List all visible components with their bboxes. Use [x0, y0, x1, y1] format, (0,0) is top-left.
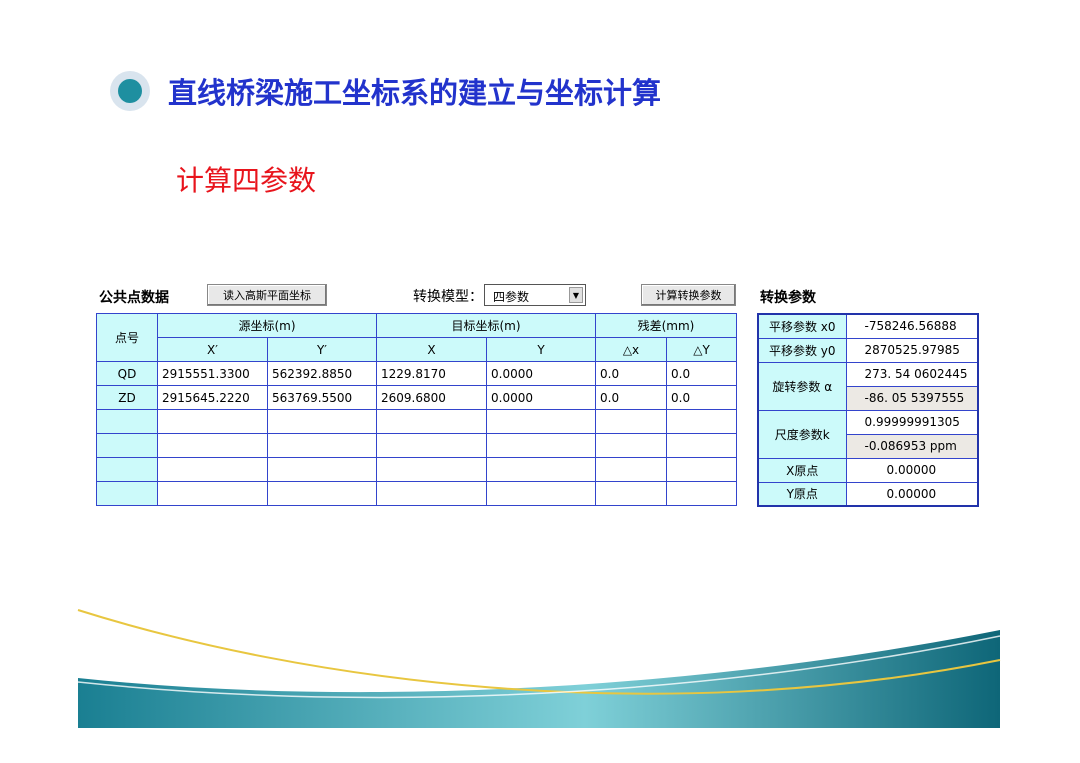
table-row[interactable]: ZD 2915645.2220 563769.5500 2609.6800 0.…	[96, 385, 737, 410]
table-row-empty[interactable]	[96, 433, 737, 458]
header-point: 点号	[96, 313, 158, 362]
cell-empty[interactable]	[376, 481, 487, 506]
param-yorigin-value[interactable]: 0.00000	[845, 481, 979, 507]
header-residual: 残差(mm)	[595, 313, 737, 338]
common-points-table: 点号 源坐标(m) 目标坐标(m) 残差(mm) X′ Y′ X Y △x △Y…	[96, 313, 737, 506]
cell-empty[interactable]	[486, 433, 596, 458]
cell-empty[interactable]	[486, 481, 596, 506]
cell-empty[interactable]	[486, 409, 596, 434]
cell-dx[interactable]: 0.0	[595, 385, 667, 410]
header-tgt-x: X	[376, 337, 487, 362]
cell-tgt-x[interactable]: 1229.8170	[376, 361, 487, 386]
transform-params-table: 平移参数 x0 -758246.56888 平移参数 y0 2870525.97…	[757, 313, 979, 507]
table-row-empty[interactable]	[96, 481, 737, 506]
cell-tgt-y[interactable]: 0.0000	[486, 385, 596, 410]
param-y0-label: 平移参数 y0	[757, 337, 847, 363]
table-row[interactable]: QD 2915551.3300 562392.8850 1229.8170 0.…	[96, 361, 737, 386]
header-dx: △x	[595, 337, 667, 362]
model-select[interactable]: 四参数 ▼	[484, 284, 586, 306]
param-alpha-value[interactable]: 273. 54 0602445	[845, 361, 979, 387]
param-xorigin-value[interactable]: 0.00000	[845, 457, 979, 483]
cell-empty[interactable]	[157, 481, 268, 506]
cell-empty[interactable]	[96, 433, 158, 458]
decorative-wave	[77, 609, 1001, 728]
cell-empty[interactable]	[376, 457, 487, 482]
page-title: 直线桥梁施工坐标系的建立与坐标计算	[168, 76, 662, 110]
table-row-empty[interactable]	[96, 457, 737, 482]
param-k-ppm[interactable]: -0.086953 ppm	[845, 433, 979, 459]
cell-empty[interactable]	[157, 409, 268, 434]
param-xorigin-label: X原点	[757, 457, 847, 483]
header-src-x: X′	[157, 337, 268, 362]
cell-dy[interactable]: 0.0	[666, 385, 737, 410]
cell-empty[interactable]	[267, 457, 377, 482]
cell-empty[interactable]	[595, 481, 667, 506]
cell-point[interactable]: QD	[96, 361, 158, 386]
cell-empty[interactable]	[595, 409, 667, 434]
cell-empty[interactable]	[267, 481, 377, 506]
cell-tgt-x[interactable]: 2609.6800	[376, 385, 487, 410]
param-alpha-label: 旋转参数 α	[757, 361, 847, 411]
model-label: 转换模型：	[413, 289, 483, 305]
cell-empty[interactable]	[157, 433, 268, 458]
read-gauss-coords-button[interactable]: 读入高斯平面坐标	[207, 284, 327, 306]
param-x0-label: 平移参数 x0	[757, 313, 847, 339]
cell-empty[interactable]	[157, 457, 268, 482]
model-select-value: 四参数	[493, 290, 530, 304]
section-subtitle: 计算四参数	[176, 164, 317, 197]
cell-empty[interactable]	[486, 457, 596, 482]
cell-empty[interactable]	[376, 409, 487, 434]
cell-empty[interactable]	[595, 457, 667, 482]
chevron-down-icon[interactable]: ▼	[569, 287, 583, 303]
param-alpha-value-dms[interactable]: -86. 05 5397555	[845, 385, 979, 411]
cell-empty[interactable]	[666, 457, 737, 482]
header-source: 源坐标(m)	[157, 313, 377, 338]
header-dy: △Y	[666, 337, 737, 362]
cell-empty[interactable]	[666, 481, 737, 506]
cell-empty[interactable]	[96, 409, 158, 434]
header-target: 目标坐标(m)	[376, 313, 596, 338]
cell-point[interactable]: ZD	[96, 385, 158, 410]
cell-tgt-y[interactable]: 0.0000	[486, 361, 596, 386]
cell-src-y[interactable]: 562392.8850	[267, 361, 377, 386]
cell-empty[interactable]	[666, 409, 737, 434]
compute-params-button[interactable]: 计算转换参数	[641, 284, 736, 306]
param-yorigin-label: Y原点	[757, 481, 847, 507]
cell-src-y[interactable]: 563769.5500	[267, 385, 377, 410]
title-bullet-icon	[110, 71, 150, 111]
cell-empty[interactable]	[666, 433, 737, 458]
cell-empty[interactable]	[267, 433, 377, 458]
header-tgt-y: Y	[486, 337, 596, 362]
table-row-empty[interactable]	[96, 409, 737, 434]
cell-empty[interactable]	[96, 481, 158, 506]
params-title: 转换参数	[760, 290, 816, 306]
param-k-label: 尺度参数k	[757, 409, 847, 459]
cell-dx[interactable]: 0.0	[595, 361, 667, 386]
cell-empty[interactable]	[376, 433, 487, 458]
param-k-value[interactable]: 0.99999991305	[845, 409, 979, 435]
param-y0-value[interactable]: 2870525.97985	[845, 337, 979, 363]
param-x0-value[interactable]: -758246.56888	[845, 313, 979, 339]
common-points-label: 公共点数据	[99, 290, 169, 306]
cell-dy[interactable]: 0.0	[666, 361, 737, 386]
header-src-y: Y′	[267, 337, 377, 362]
cell-src-x[interactable]: 2915551.3300	[157, 361, 268, 386]
cell-empty[interactable]	[267, 409, 377, 434]
cell-src-x[interactable]: 2915645.2220	[157, 385, 268, 410]
cell-empty[interactable]	[96, 457, 158, 482]
cell-empty[interactable]	[595, 433, 667, 458]
